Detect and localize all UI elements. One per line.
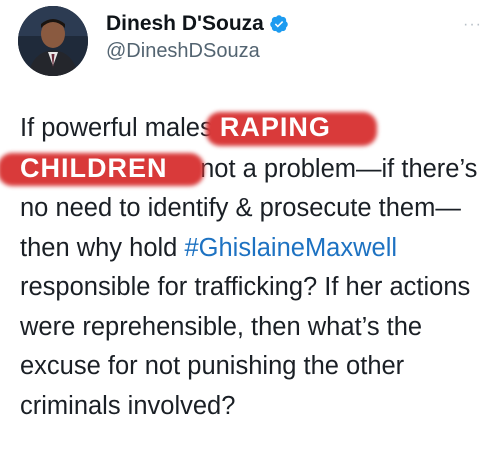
tweet-card: Dinesh D'Souza @DineshDSouza ··· If powe… bbox=[0, 0, 500, 458]
author-name-row: Dinesh D'Souza bbox=[106, 12, 289, 36]
author-handle[interactable]: @DineshDSouza bbox=[106, 40, 260, 63]
tweet-text-part-3: responsible for trafficking? If her acti… bbox=[20, 273, 471, 420]
avatar-photo bbox=[18, 6, 88, 76]
tweet-text: If powerful males RAPING CHILDREN is not… bbox=[20, 108, 490, 426]
hashtag-link[interactable]: #GhislaineMaxwell bbox=[184, 234, 397, 262]
verified-badge-icon bbox=[270, 15, 288, 33]
tweet-text-part-1: If powerful males bbox=[20, 114, 213, 142]
avatar[interactable] bbox=[18, 6, 88, 76]
more-options-icon[interactable]: ··· bbox=[463, 16, 482, 34]
author-display-name[interactable]: Dinesh D'Souza bbox=[106, 12, 264, 36]
redaction-children: CHILDREN bbox=[20, 149, 168, 189]
redaction-raping: RAPING bbox=[220, 108, 331, 148]
